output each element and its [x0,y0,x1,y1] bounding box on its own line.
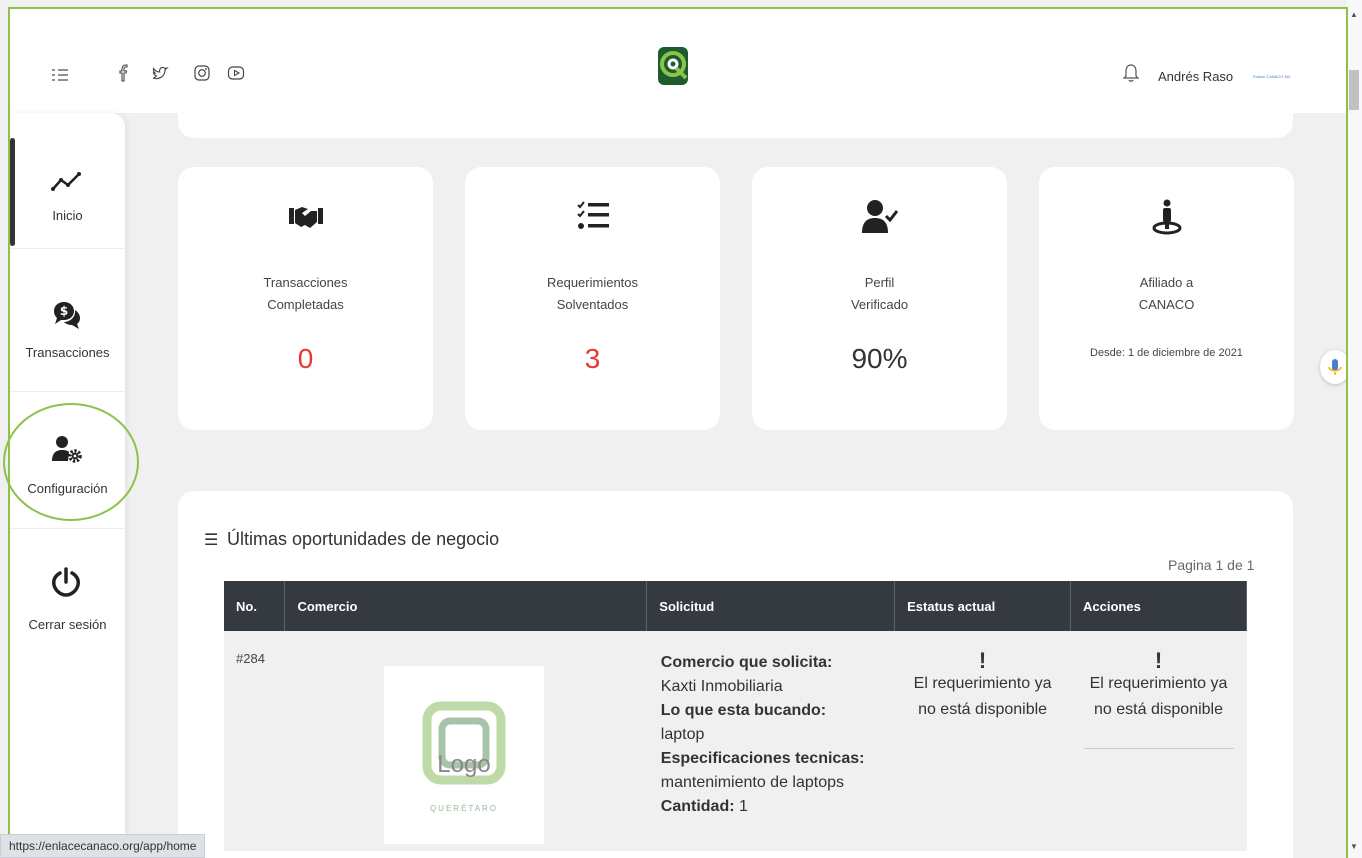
placeholder-logo-icon: Logo QUERÉTARO [422,701,506,813]
stat-label: Afiliado a CANACO [1138,275,1195,312]
power-icon [52,567,80,597]
user-check-icon [862,200,898,233]
svg-text:Logo: Logo [437,751,490,778]
svg-text:QUERÉTARO: QUERÉTARO [430,804,498,813]
exclamation-icon: ! [1154,648,1163,673]
list-icon: ☰ [204,532,219,549]
actions-cell: ! El requerimiento ya no está disponible [1070,631,1247,851]
sidebar-item-cerrar-sesion[interactable]: Cerrar sesión [10,528,125,664]
sidebar-item-configuracion[interactable]: Configuración [10,393,125,529]
stat-value: 90% [851,343,908,374]
affiliation-date: Desde: 1 de diciembre de 2021 [1090,347,1243,359]
top-card [178,105,1293,138]
column-header-comercio: Comercio [284,581,648,631]
opportunities-card: ☰ Últimas oportunidades de negocio Pagin… [178,491,1293,858]
status-cell: ! El requerimiento ya no está disponible [894,631,1071,851]
sidebar-item-label: Configuración [27,481,108,496]
stat-card-transacciones: Transacciones Completadas 0 [178,167,433,430]
sidebar-item-label: Transacciones [25,345,110,360]
sidebar-item-transacciones[interactable]: $ Transacciones [10,256,125,392]
checklist-icon [577,201,609,229]
person-pin-icon [1152,199,1182,235]
svg-text:$: $ [60,304,68,318]
user-tag-logo: Enlace CANACO MX [1253,74,1291,79]
bell-icon[interactable] [1122,63,1140,83]
row-number: #284 [224,631,285,851]
top-header: Andrés Raso Enlace CANACO MX [10,9,1346,113]
comercio-logo[interactable]: Logo QUERÉTARO [383,666,544,844]
scroll-up-icon[interactable]: ▲ [1350,10,1358,19]
sidebar-item-inicio[interactable]: Inicio [10,113,125,249]
stat-label: Perfil Verificado [850,275,909,312]
opportunities-table: No. Comercio Solicitud Estatus actual Ac… [224,581,1247,851]
table-row[interactable]: #284 Logo QUERÉTARO Comercio que solicit… [224,631,1247,851]
stat-card-perfil: Perfil Verificado 90% [752,167,1007,430]
stat-card-afiliado: Afiliado a CANACO Desde: 1 de diciembre … [1039,167,1294,430]
pagination-label: Pagina 1 de 1 [1168,557,1255,573]
column-header-estatus: Estatus actual [894,581,1072,631]
twitter-icon[interactable] [150,63,170,83]
scroll-thumb[interactable] [1349,70,1359,110]
stat-value: 0 [297,343,314,374]
menu-icon[interactable] [50,65,70,85]
divider [1083,748,1234,749]
scroll-down-icon[interactable]: ▼ [1350,842,1358,851]
comercio-cell: Logo QUERÉTARO [284,631,647,851]
stat-label: Transacciones Completadas [263,275,348,312]
column-header-no: No. [224,581,286,631]
stat-card-requerimientos: Requerimientos Solventados 3 [465,167,720,430]
section-title: ☰ Últimas oportunidades de negocio [204,529,500,549]
column-header-acciones: Acciones [1070,581,1247,631]
instagram-icon[interactable] [192,63,212,83]
sidebar-item-label: Inicio [52,208,83,223]
scrollbar[interactable]: ▲ ▼ [1346,0,1362,858]
solicitud-cell: Comercio que solicita: Kaxti Inmobiliari… [646,631,895,851]
dollar-chat-icon: $ [54,302,80,329]
sidebar: Inicio $ Transacciones Configuración Cer… [10,113,125,858]
stat-value: 3 [584,343,601,374]
app-logo[interactable] [656,45,690,87]
youtube-icon[interactable] [226,63,246,83]
column-header-solicitud: Solicitud [646,581,896,631]
stat-label: Requerimientos Solventados [546,275,639,312]
table-header-row: No. Comercio Solicitud Estatus actual Ac… [224,581,1247,631]
sidebar-item-label: Cerrar sesión [28,617,107,632]
exclamation-icon: ! [978,648,987,673]
handshake-icon [289,207,323,228]
status-bar-url: https://enlacecanaco.org/app/home [0,834,206,858]
user-gear-icon [52,436,82,463]
trend-line-icon [51,172,81,191]
facebook-icon[interactable] [114,63,134,83]
user-name[interactable]: Andrés Raso [1158,69,1233,84]
